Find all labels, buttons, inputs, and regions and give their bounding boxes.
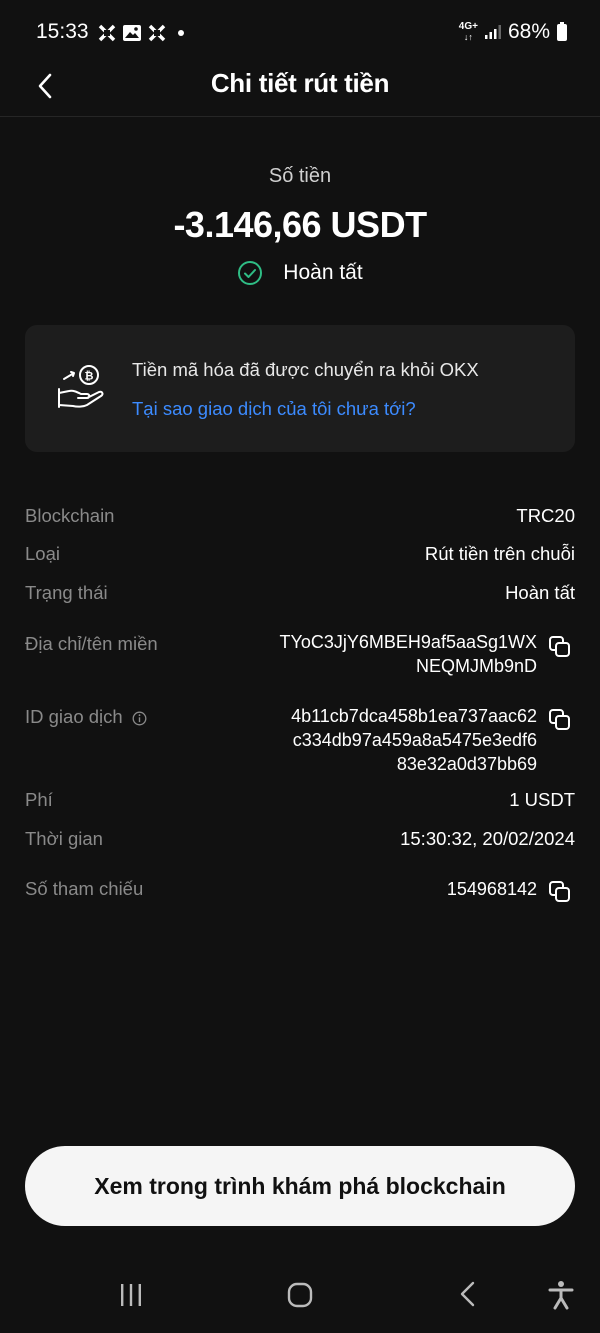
notification-icons: [98, 24, 186, 42]
time-value: 15:30:32, 20/02/2024: [400, 828, 575, 849]
state-value: Hoàn tất: [505, 582, 575, 603]
amount-value: -3.146,66 USDT: [173, 204, 427, 245]
status-text: Hoàn tất: [283, 261, 363, 284]
address-line: NEQMJMb9nD: [415, 656, 537, 676]
fee-value: 1 USDT: [509, 789, 575, 810]
accessibility-icon[interactable]: [548, 1280, 574, 1310]
copy-reference-icon[interactable]: [548, 880, 572, 904]
tx-id-label: ID giao dịch: [25, 706, 147, 728]
dot-icon: [178, 30, 184, 36]
address-line: TYoC3JjY6MBEH9af5aaSg1WX: [279, 632, 537, 652]
tx-id-line: 4b11cb7dca458b1ea737aac62: [291, 706, 537, 726]
svg-text:₿: ₿: [85, 370, 94, 383]
tx-id-label-text: ID giao dịch: [25, 706, 123, 727]
copy-address-icon[interactable]: [548, 635, 572, 659]
tx-id-line: c334db97a459a8a5475e3edf6: [292, 730, 537, 750]
battery-icon: [557, 22, 567, 41]
network-type: 4G+ ↓↑: [458, 21, 478, 43]
system-nav-bar: [0, 1260, 600, 1333]
app-notification-icon: [148, 24, 166, 42]
type-value: Rút tiền trên chuỗi: [424, 543, 575, 564]
page-title: Chi tiết rút tiền: [210, 68, 390, 98]
view-in-explorer-button[interactable]: Xem trong trình khám phá blockchain: [25, 1146, 575, 1226]
status-time: 15:33: [36, 20, 89, 43]
home-icon[interactable]: [287, 1282, 313, 1308]
reference-label: Số tham chiếu: [25, 878, 144, 899]
hand-coin-icon: ₿: [58, 365, 104, 408]
status-indicators: 4G+ ↓↑ 68%: [459, 20, 568, 44]
tx-id-value: 4b11cb7dca458b1ea737aac62 c334db97a459a8…: [291, 704, 537, 776]
address-label: Địa chỉ/tên miền: [25, 633, 158, 654]
info-icon[interactable]: [132, 711, 147, 726]
why-not-arrived-link[interactable]: Tại sao giao dịch của tôi chưa tới?: [132, 398, 416, 420]
gallery-icon: [123, 25, 141, 41]
battery-percent: 68%: [507, 20, 550, 43]
signal-icon: [484, 25, 501, 39]
check-circle-icon: [238, 261, 263, 285]
app-notification-icon: [98, 24, 116, 42]
state-label: Trạng thái: [25, 582, 108, 603]
type-label: Loại: [25, 543, 60, 564]
info-message: Tiền mã hóa đã được chuyển ra khỏi OKX: [132, 359, 479, 380]
copy-tx-id-icon[interactable]: [548, 708, 572, 732]
fee-label: Phí: [25, 789, 53, 810]
address-value: TYoC3JjY6MBEH9af5aaSg1WX NEQMJMb9nD: [280, 630, 537, 678]
transaction-status: Hoàn tất: [0, 260, 600, 286]
tx-id-line: 83e32a0d37bb69: [396, 754, 537, 774]
info-card: ₿ Tiền mã hóa đã được chuyển ra khỏi OKX…: [25, 325, 575, 452]
amount-label: Số tiền: [268, 165, 332, 187]
time-label: Thời gian: [25, 828, 103, 849]
status-bar: 15:33 4G+ ↓↑ 68%: [0, 0, 600, 64]
reference-value: 154968142: [446, 879, 537, 899]
blockchain-label: Blockchain: [25, 505, 115, 526]
back-icon[interactable]: [458, 1280, 478, 1308]
blockchain-value: TRC20: [516, 505, 575, 526]
recent-apps-icon[interactable]: [118, 1282, 144, 1308]
app-header: Chi tiết rút tiền: [0, 64, 600, 117]
